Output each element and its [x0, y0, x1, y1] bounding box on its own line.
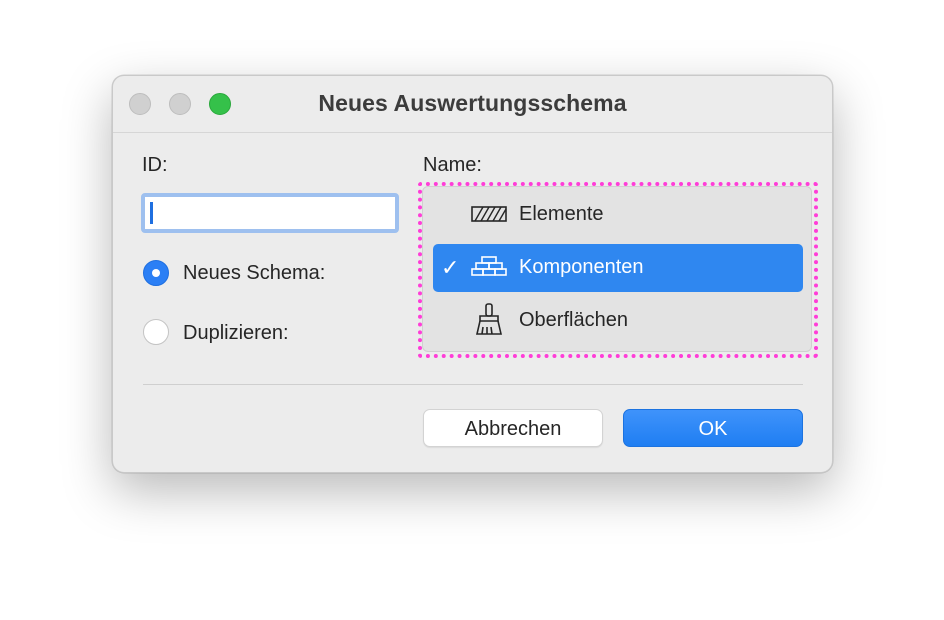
name-label: Name: — [423, 154, 482, 176]
ok-button[interactable]: OK — [623, 409, 803, 447]
menu-item-komponenten[interactable]: ✓ Komponenten — [433, 244, 803, 292]
menu-item-oberflaechen[interactable]: Oberflächen — [433, 297, 803, 345]
id-input[interactable] — [141, 193, 399, 233]
radio-duplicate[interactable] — [143, 319, 169, 345]
title-bar: Neues Auswertungsschema — [113, 76, 832, 133]
name-dropdown-menu: Elemente ✓ Komponenten Oberflächen — [422, 186, 812, 352]
brick-wall-icon — [471, 254, 507, 282]
text-caret — [150, 202, 153, 224]
menu-item-label: Komponenten — [519, 256, 644, 278]
paint-brush-icon — [471, 303, 507, 335]
menu-item-elemente[interactable]: Elemente — [433, 191, 803, 239]
menu-item-label: Oberflächen — [519, 309, 628, 331]
radio-new-schema[interactable] — [143, 260, 169, 286]
hatched-element-icon — [471, 201, 507, 229]
id-label: ID: — [142, 154, 168, 176]
checkmark-icon: ✓ — [441, 255, 460, 280]
divider — [143, 384, 803, 385]
dialog-title: Neues Auswertungsschema — [318, 90, 627, 116]
radio-duplicate-label[interactable]: Duplizieren: — [183, 322, 289, 345]
dialog-window: Neues Auswertungsschema ID: Name: Neues … — [112, 75, 833, 473]
radio-new-schema-label[interactable]: Neues Schema: — [183, 262, 325, 285]
menu-item-label: Elemente — [519, 203, 604, 225]
cancel-button[interactable]: Abbrechen — [423, 409, 603, 447]
